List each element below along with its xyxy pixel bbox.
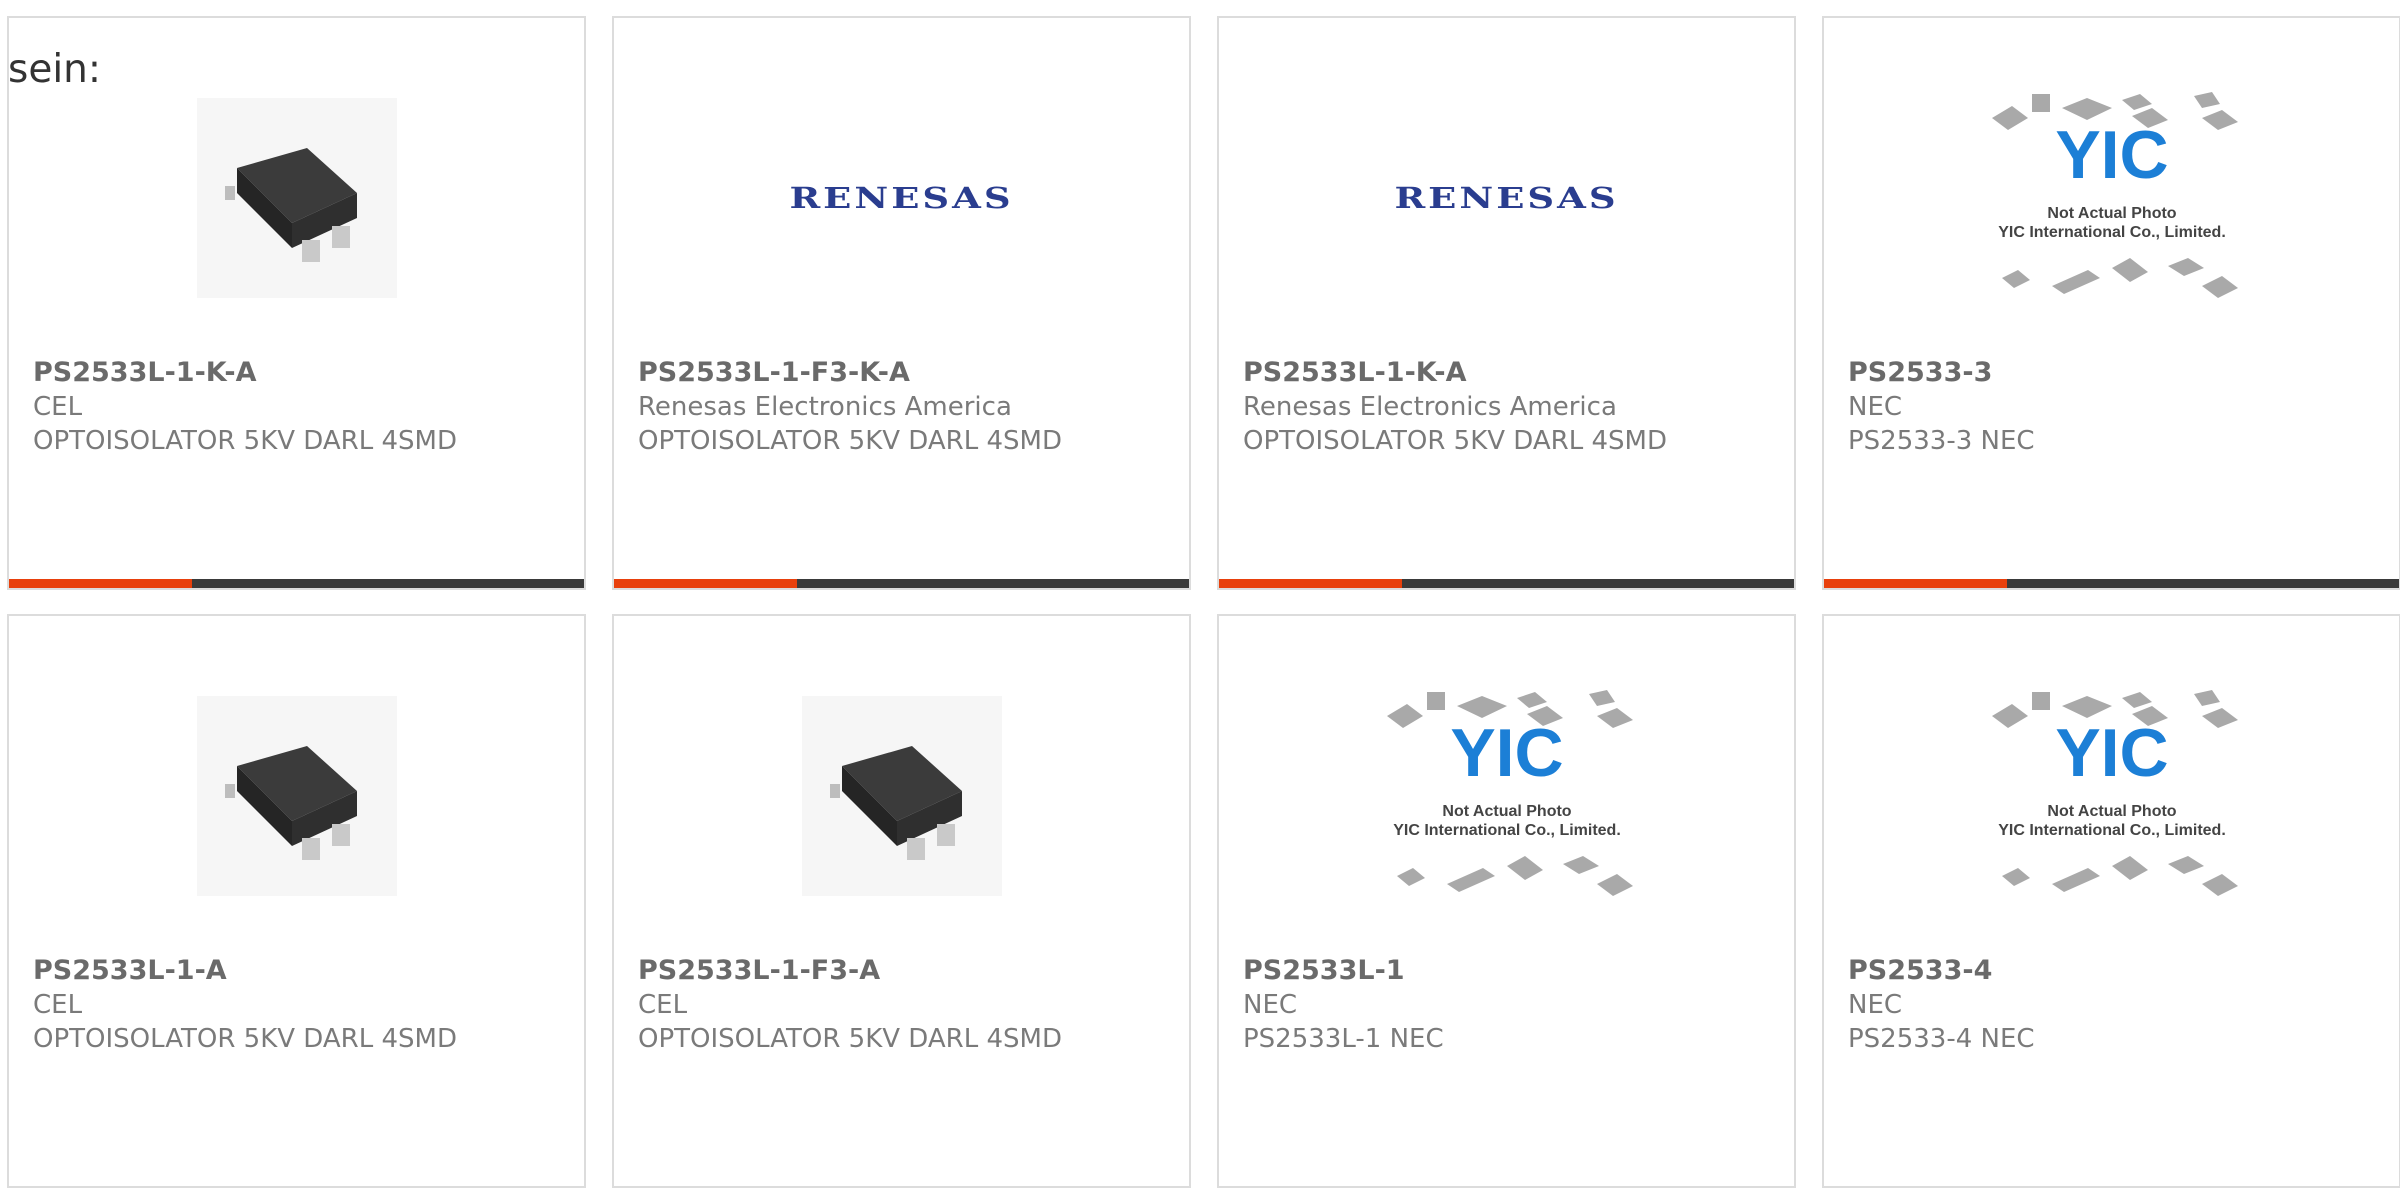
product-image[interactable] xyxy=(9,78,584,318)
card-bar xyxy=(9,579,584,588)
lead-text: sein: xyxy=(8,47,102,92)
description: OPTOISOLATOR 5KV DARL 4SMD xyxy=(638,1024,1062,1054)
product-card[interactable]: RENESAS PS2533L-1-K-A Renesas Electronic… xyxy=(1217,16,1796,590)
yic-placeholder-icon: YIC Not Actual Photo YIC International C… xyxy=(1991,690,2238,896)
part-number[interactable]: PS2533-3 xyxy=(1848,356,2379,390)
manufacturer: Renesas Electronics America xyxy=(1243,392,1617,422)
product-info: PS2533L-1-F3-A CEL OPTOISOLATOR 5KV DARL… xyxy=(638,954,1169,1056)
renesas-logo: RENESAS xyxy=(1394,180,1619,216)
svg-text:YIC: YIC xyxy=(1450,715,1563,791)
product-info: PS2533-4 NEC PS2533-4 NEC xyxy=(1848,954,2379,1056)
product-image[interactable] xyxy=(614,676,1189,916)
card-bar xyxy=(1824,579,2399,588)
manufacturer: CEL xyxy=(33,990,83,1020)
card-bar-accent xyxy=(9,579,192,588)
description: OPTOISOLATOR 5KV DARL 4SMD xyxy=(1243,426,1667,456)
manufacturer: NEC xyxy=(1848,392,1903,422)
product-card[interactable]: PS2533L-1-A CEL OPTOISOLATOR 5KV DARL 4S… xyxy=(7,614,586,1188)
manufacturer: CEL xyxy=(638,990,688,1020)
part-number[interactable]: PS2533L-1-F3-A xyxy=(638,954,1169,988)
part-number[interactable]: PS2533L-1-K-A xyxy=(33,356,564,390)
product-image[interactable]: YIC Not Actual Photo YIC International C… xyxy=(1824,78,2399,318)
product-image[interactable]: YIC Not Actual Photo YIC International C… xyxy=(1219,676,1794,916)
description: PS2533L-1 NEC xyxy=(1243,1024,1444,1054)
product-info: PS2533L-1-K-A Renesas Electronics Americ… xyxy=(1243,356,1774,458)
product-card[interactable]: YIC Not Actual Photo YIC International C… xyxy=(1822,16,2400,590)
description: OPTOISOLATOR 5KV DARL 4SMD xyxy=(33,1024,457,1054)
description: PS2533-3 NEC xyxy=(1848,426,2035,456)
product-info: PS2533L-1-K-A CEL OPTOISOLATOR 5KV DARL … xyxy=(33,356,564,458)
placeholder-line1: Not Actual Photo xyxy=(1442,803,1571,820)
product-card[interactable]: PS2533L-1-K-A CEL OPTOISOLATOR 5KV DARL … xyxy=(7,16,586,590)
manufacturer: NEC xyxy=(1848,990,1903,1020)
part-number[interactable]: PS2533L-1-A xyxy=(33,954,564,988)
card-bar xyxy=(1219,579,1794,588)
product-card[interactable]: YIC Not Actual Photo YIC International C… xyxy=(1822,614,2400,1188)
part-number[interactable]: PS2533-4 xyxy=(1848,954,2379,988)
manufacturer: Renesas Electronics America xyxy=(638,392,1012,422)
product-info: PS2533L-1-A CEL OPTOISOLATOR 5KV DARL 4S… xyxy=(33,954,564,1056)
svg-text:YIC: YIC xyxy=(2055,117,2168,193)
card-bar-accent xyxy=(614,579,797,588)
manufacturer: CEL xyxy=(33,392,83,422)
renesas-logo: RENESAS xyxy=(789,180,1014,216)
product-image[interactable]: YIC Not Actual Photo YIC International C… xyxy=(1824,676,2399,916)
placeholder-line1: Not Actual Photo xyxy=(2047,803,2176,820)
placeholder-line1: Not Actual Photo xyxy=(2047,205,2176,222)
placeholder-line2: YIC International Co., Limited. xyxy=(1393,822,1621,839)
card-bar xyxy=(614,579,1189,588)
product-card[interactable]: PS2533L-1-F3-A CEL OPTOISOLATOR 5KV DARL… xyxy=(612,614,1191,1188)
card-bar-accent xyxy=(1219,579,1402,588)
product-info: PS2533-3 NEC PS2533-3 NEC xyxy=(1848,356,2379,458)
description: PS2533-4 NEC xyxy=(1848,1024,2035,1054)
product-card[interactable]: YIC Not Actual Photo YIC International C… xyxy=(1217,614,1796,1188)
yic-placeholder-icon: YIC Not Actual Photo YIC International C… xyxy=(1386,690,1633,896)
svg-text:YIC: YIC xyxy=(2055,715,2168,791)
product-info: PS2533L-1 NEC PS2533L-1 NEC xyxy=(1243,954,1774,1056)
manufacturer: NEC xyxy=(1243,990,1298,1020)
product-grid: PS2533L-1-K-A CEL OPTOISOLATOR 5KV DARL … xyxy=(7,16,2400,1188)
product-card[interactable]: RENESAS PS2533L-1-F3-K-A Renesas Electro… xyxy=(612,16,1191,590)
part-number[interactable]: PS2533L-1-F3-K-A xyxy=(638,356,1169,390)
description: OPTOISOLATOR 5KV DARL 4SMD xyxy=(638,426,1062,456)
optoisolator-photo-icon xyxy=(196,98,397,298)
part-number[interactable]: PS2533L-1 xyxy=(1243,954,1774,988)
placeholder-line2: YIC International Co., Limited. xyxy=(1998,224,2226,241)
optoisolator-photo-icon xyxy=(801,696,1002,896)
card-bar-accent xyxy=(1824,579,2007,588)
part-number[interactable]: PS2533L-1-K-A xyxy=(1243,356,1774,390)
optoisolator-photo-icon xyxy=(196,696,397,896)
placeholder-line2: YIC International Co., Limited. xyxy=(1998,822,2226,839)
product-image[interactable]: RENESAS xyxy=(614,78,1189,318)
product-info: PS2533L-1-F3-K-A Renesas Electronics Ame… xyxy=(638,356,1169,458)
yic-placeholder-icon: YIC Not Actual Photo YIC International C… xyxy=(1991,92,2238,298)
description: OPTOISOLATOR 5KV DARL 4SMD xyxy=(33,426,457,456)
product-image[interactable] xyxy=(9,676,584,916)
product-image[interactable]: RENESAS xyxy=(1219,78,1794,318)
